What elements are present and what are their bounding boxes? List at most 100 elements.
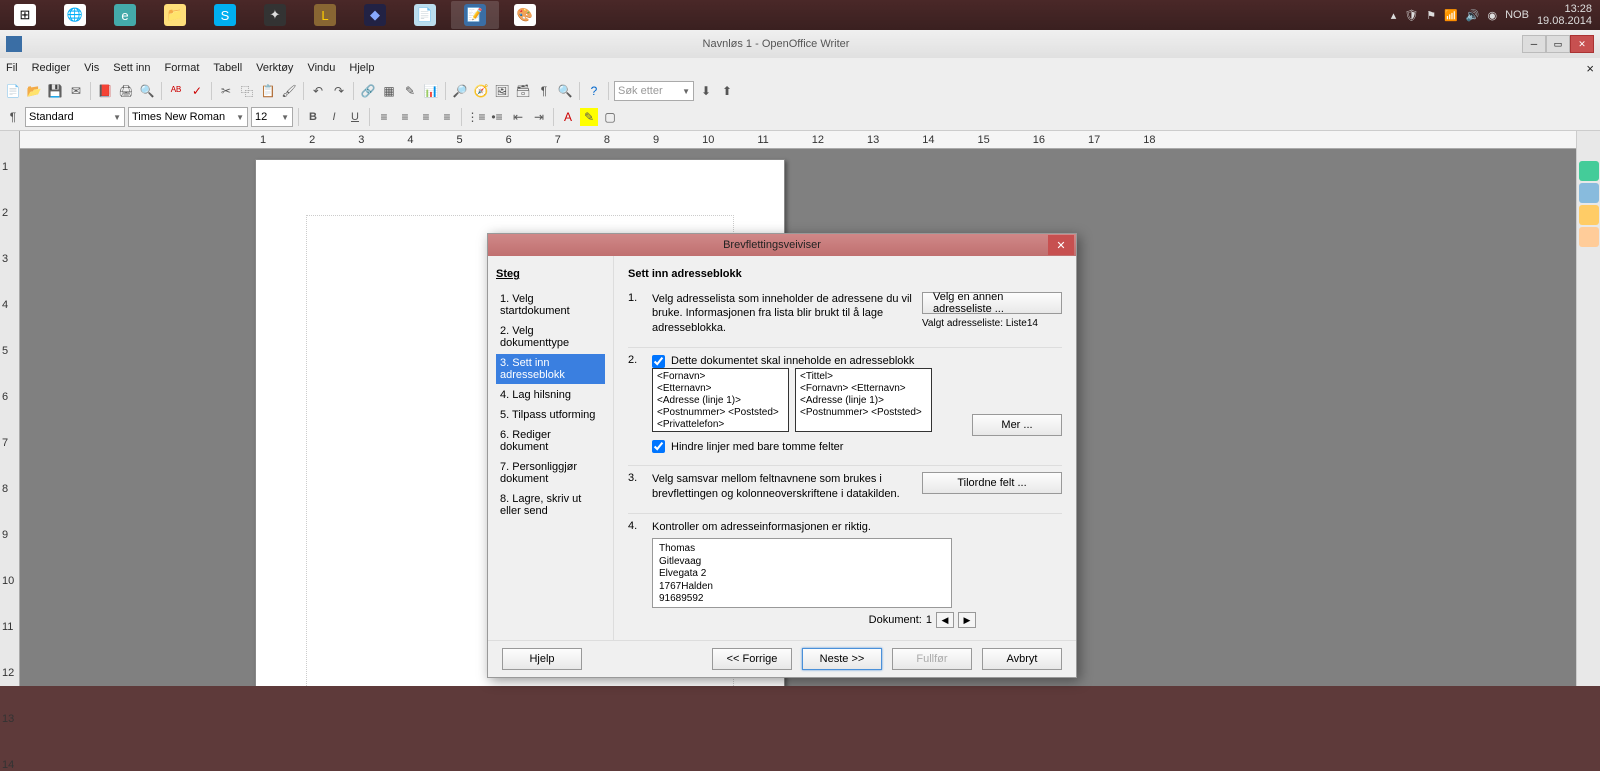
more-button[interactable]: Mer ... [972, 414, 1062, 436]
table-icon[interactable]: ▦ [380, 82, 398, 100]
doc-prev-button[interactable]: ◀ [936, 612, 954, 628]
search-next-icon[interactable]: ⬇ [697, 82, 715, 100]
bold-icon[interactable]: B [304, 108, 322, 126]
include-addressblock-checkbox[interactable] [652, 355, 665, 368]
taskbar-paint[interactable]: 🎨 [501, 1, 549, 29]
size-combo[interactable]: 12▼ [251, 107, 293, 127]
bullet-list-icon[interactable]: •≡ [488, 108, 506, 126]
cut-icon[interactable]: ✂ [217, 82, 235, 100]
address-template-1[interactable]: <Fornavn> <Etternavn> <Adresse (linje 1)… [652, 368, 789, 432]
font-combo[interactable]: Times New Roman▼ [128, 107, 248, 127]
align-left-icon[interactable]: ≡ [375, 108, 393, 126]
save-icon[interactable]: 💾 [46, 82, 64, 100]
menu-settinn[interactable]: Sett inn [113, 62, 150, 74]
doc-close-icon[interactable]: × [1586, 61, 1594, 76]
nonprint-icon[interactable]: ¶ [535, 82, 553, 100]
gallery-icon[interactable]: 🖼 [493, 82, 511, 100]
dialog-close-button[interactable]: ✕ [1048, 235, 1074, 255]
menu-tabell[interactable]: Tabell [213, 62, 242, 74]
numbered-list-icon[interactable]: ⋮≡ [467, 108, 485, 126]
taskbar-ie[interactable]: e [101, 1, 149, 29]
format-paint-icon[interactable]: 🖌 [280, 82, 298, 100]
search-prev-icon[interactable]: ⬆ [718, 82, 736, 100]
bg-color-icon[interactable]: ▢ [601, 108, 619, 126]
maximize-button[interactable]: ▭ [1546, 35, 1570, 53]
justify-icon[interactable]: ≡ [438, 108, 456, 126]
underline-icon[interactable]: U [346, 108, 364, 126]
step-7[interactable]: 7. Personliggjør dokument [496, 458, 605, 488]
outdent-icon[interactable]: ⇤ [509, 108, 527, 126]
next-button[interactable]: Neste >> [802, 648, 882, 670]
draw-icon[interactable]: ✎ [401, 82, 419, 100]
sidebar-gallery-icon[interactable] [1579, 205, 1599, 225]
italic-icon[interactable]: I [325, 108, 343, 126]
step-2[interactable]: 2. Velg dokumenttype [496, 322, 605, 352]
highlight-icon[interactable]: ✎ [580, 108, 598, 126]
sidebar-navigator-icon[interactable] [1579, 227, 1599, 247]
taskbar-chrome[interactable]: 🌐 [51, 1, 99, 29]
align-right-icon[interactable]: ≡ [417, 108, 435, 126]
sidebar-styles-icon[interactable] [1579, 183, 1599, 203]
indent-icon[interactable]: ⇥ [530, 108, 548, 126]
chart-icon[interactable]: 📊 [422, 82, 440, 100]
taskbar-app1[interactable]: ✦ [251, 1, 299, 29]
taskbar-app2[interactable]: L [301, 1, 349, 29]
redo-icon[interactable]: ↷ [330, 82, 348, 100]
paste-icon[interactable]: 📋 [259, 82, 277, 100]
tray-network-icon[interactable]: 📶 [1444, 9, 1458, 22]
tray-volume-icon[interactable]: 🔊 [1466, 9, 1480, 22]
navigator-icon[interactable]: 🧭 [472, 82, 490, 100]
menu-format[interactable]: Format [165, 62, 200, 74]
doc-next-button[interactable]: ▶ [958, 612, 976, 628]
pdf-icon[interactable]: 📕 [96, 82, 114, 100]
step-8[interactable]: 8. Lagre, skriv ut eller send [496, 490, 605, 520]
tray-language[interactable]: NOB [1505, 9, 1529, 21]
menu-fil[interactable]: Fil [6, 62, 18, 74]
close-button[interactable]: ✕ [1570, 35, 1594, 53]
spellcheck-icon[interactable]: ᴬᴮ [167, 82, 185, 100]
tray-flag-icon[interactable]: ⚑ [1426, 9, 1436, 22]
sidebar-properties-icon[interactable] [1579, 161, 1599, 181]
styles-icon[interactable]: ¶ [4, 108, 22, 126]
menu-rediger[interactable]: Rediger [32, 62, 71, 74]
step-4[interactable]: 4. Lag hilsning [496, 386, 605, 404]
search-field[interactable]: Søk etter ▼ [614, 81, 694, 101]
copy-icon[interactable]: ⿻ [238, 82, 256, 100]
step-3[interactable]: 3. Sett inn adresseblokk [496, 354, 605, 384]
tray-clock[interactable]: 13:28 19.08.2014 [1537, 3, 1592, 27]
start-button[interactable]: ⊞ [1, 1, 49, 29]
match-fields-button[interactable]: Tilordne felt ... [922, 472, 1062, 494]
print-icon[interactable]: 🖨 [117, 82, 135, 100]
taskbar-app3[interactable]: ◆ [351, 1, 399, 29]
preview-icon[interactable]: 🔍 [138, 82, 156, 100]
address-template-2[interactable]: <Tittel> <Fornavn> <Etternavn> <Adresse … [795, 368, 932, 432]
tray-chevron-icon[interactable]: ▴ [1391, 9, 1397, 22]
align-center-icon[interactable]: ≡ [396, 108, 414, 126]
tray-shield-icon[interactable]: 🛡 [1404, 9, 1418, 22]
back-button[interactable]: << Forrige [712, 648, 792, 670]
find-icon[interactable]: 🔎 [451, 82, 469, 100]
email-icon[interactable]: ✉ [67, 82, 85, 100]
select-addresslist-button[interactable]: Velg en annen adresseliste ... [922, 292, 1062, 314]
suppress-empty-checkbox[interactable] [652, 440, 665, 453]
step-1[interactable]: 1. Velg startdokument [496, 290, 605, 320]
menu-verktoy[interactable]: Verktøy [256, 62, 293, 74]
menu-vindu[interactable]: Vindu [307, 62, 335, 74]
undo-icon[interactable]: ↶ [309, 82, 327, 100]
menu-vis[interactable]: Vis [84, 62, 99, 74]
cancel-button[interactable]: Avbryt [982, 648, 1062, 670]
new-icon[interactable]: 📄 [4, 82, 22, 100]
style-combo[interactable]: Standard▼ [25, 107, 125, 127]
hyperlink-icon[interactable]: 🔗 [359, 82, 377, 100]
taskbar-skype[interactable]: S [201, 1, 249, 29]
taskbar-openoffice[interactable]: 📝 [451, 1, 499, 29]
taskbar-explorer[interactable]: 📁 [151, 1, 199, 29]
tray-icon[interactable]: ◉ [1487, 9, 1497, 22]
step-5[interactable]: 5. Tilpass utforming [496, 406, 605, 424]
step-6[interactable]: 6. Rediger dokument [496, 426, 605, 456]
datasource-icon[interactable]: 🗃 [514, 82, 532, 100]
minimize-button[interactable]: ─ [1522, 35, 1546, 53]
zoom-icon[interactable]: 🔍 [556, 82, 574, 100]
help-button[interactable]: Hjelp [502, 648, 582, 670]
open-icon[interactable]: 📂 [25, 82, 43, 100]
